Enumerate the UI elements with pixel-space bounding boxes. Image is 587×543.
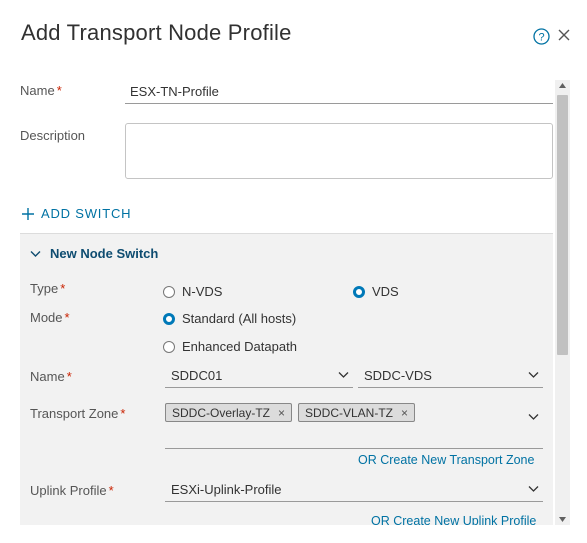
help-icon[interactable]: ? <box>533 28 550 45</box>
vds-select[interactable]: SDDC-VDS <box>358 364 543 388</box>
remove-chip-icon[interactable]: × <box>278 406 285 420</box>
uplink-profile-select[interactable]: ESXi-Uplink-Profile <box>165 478 543 502</box>
vcenter-select[interactable]: SDDC01 <box>165 364 353 388</box>
radio-indicator <box>163 340 175 353</box>
transport-zone-chip: SDDC-Overlay-TZ × <box>165 403 293 422</box>
chevron-down-icon <box>528 486 539 492</box>
name-input[interactable] <box>125 80 553 104</box>
radio-indicator-checked <box>163 312 175 325</box>
radio-indicator-checked <box>353 285 365 298</box>
mode-radio-enhanced[interactable]: Enhanced Datapath <box>163 339 297 354</box>
create-uplink-profile-link[interactable]: OR Create New Uplink Profile <box>371 514 536 525</box>
transport-zone-chip: SDDC-VLAN-TZ × <box>298 403 416 422</box>
node-switch-panel: New Node Switch Type * N-VDS VDS Mode * St… <box>20 233 553 525</box>
close-icon[interactable] <box>557 28 571 42</box>
switch-name-label: Name * <box>30 369 72 384</box>
scrollbar-thumb[interactable] <box>557 95 568 355</box>
mode-radio-standard[interactable]: Standard (All hosts) <box>163 311 296 326</box>
dialog-title: Add Transport Node Profile <box>21 20 292 45</box>
node-switch-header[interactable]: New Node Switch <box>30 246 158 261</box>
mode-label: Mode * <box>30 310 70 325</box>
scroll-up-arrow-icon[interactable] <box>559 83 566 88</box>
description-textarea[interactable] <box>125 123 553 179</box>
name-label: Name * <box>20 83 62 98</box>
transport-zone-label: Transport Zone * <box>30 406 126 421</box>
chevron-down-icon <box>338 372 349 378</box>
chevron-down-icon[interactable] <box>528 413 539 421</box>
remove-chip-icon[interactable]: × <box>401 406 408 420</box>
radio-indicator <box>163 285 175 298</box>
chevron-down-icon <box>528 372 539 378</box>
chevron-down-icon <box>30 250 41 257</box>
add-switch-button[interactable]: ADD SWITCH <box>21 206 131 221</box>
scroll-down-arrow-icon[interactable] <box>559 517 566 522</box>
create-transport-zone-link[interactable]: OR Create New Transport Zone <box>358 453 534 467</box>
type-radio-nvds[interactable]: N-VDS <box>163 284 222 299</box>
plus-icon <box>22 207 34 220</box>
scrollbar[interactable] <box>555 80 570 525</box>
svg-text:?: ? <box>538 32 544 44</box>
type-label: Type * <box>30 281 66 296</box>
transport-zone-multiselect[interactable]: SDDC-Overlay-TZ × SDDC-VLAN-TZ × <box>165 399 543 449</box>
type-radio-vds[interactable]: VDS <box>353 284 399 299</box>
description-label: Description <box>20 128 86 143</box>
uplink-profile-label: Uplink Profile * <box>30 483 114 498</box>
